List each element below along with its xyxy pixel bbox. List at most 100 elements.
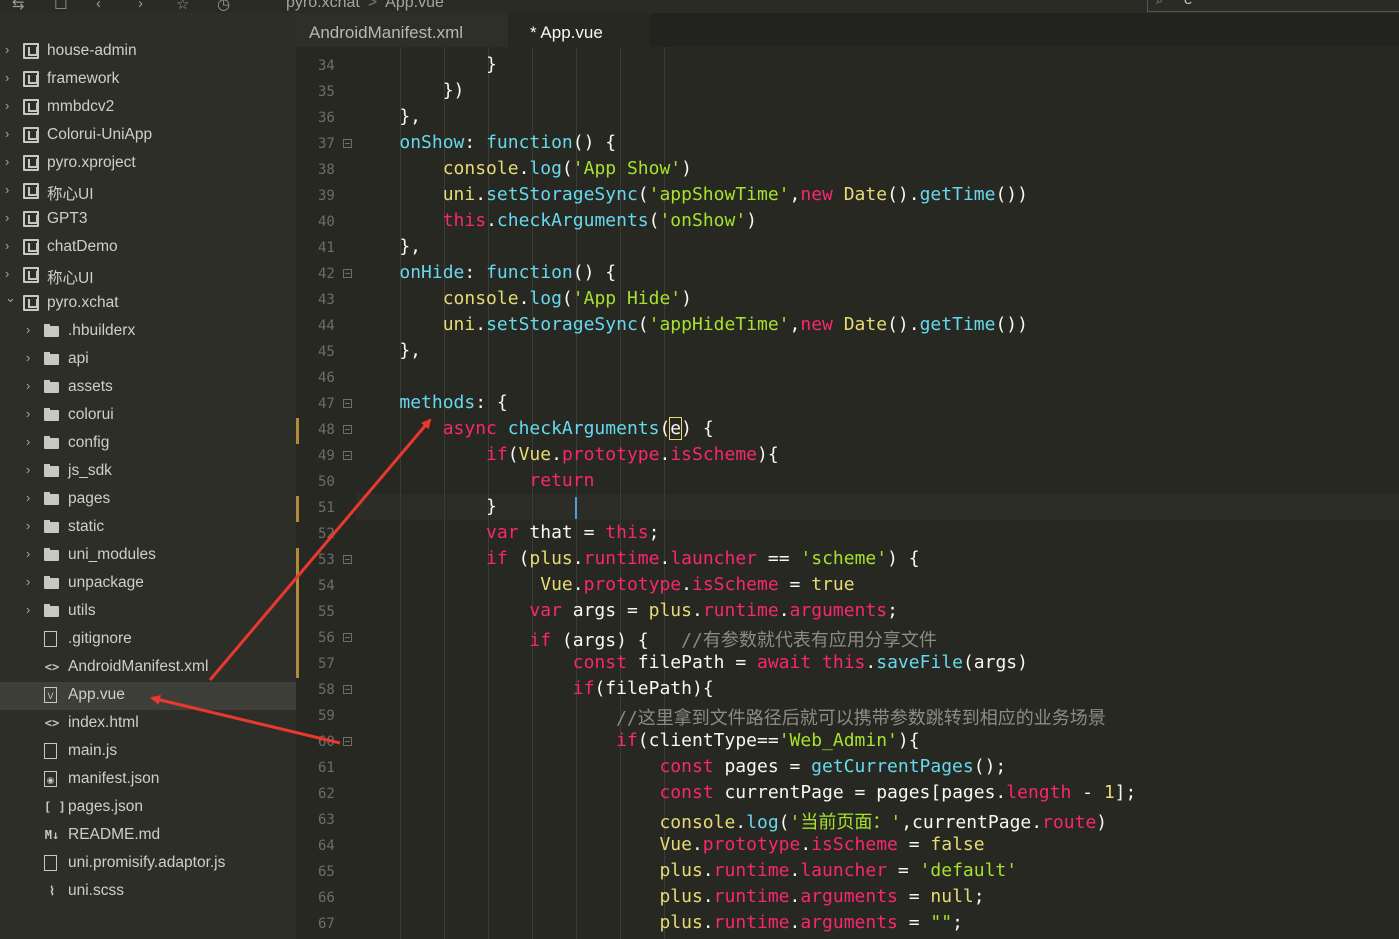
tree-item[interactable]: <> index.html [0,710,296,738]
chevron-right-icon[interactable]: › [5,126,17,141]
tree-item[interactable]: › 称心UI [0,178,296,206]
code-line[interactable]: if(Vue.prototype.isScheme){ [356,444,779,465]
tree-item[interactable]: › pyro.xproject [0,150,296,178]
fold-toggle-icon[interactable] [343,737,352,746]
tree-item[interactable]: › assets [0,374,296,402]
tree-item[interactable]: › framework [0,66,296,94]
chevron-right-icon[interactable]: › [26,322,38,337]
chevron-right-icon[interactable]: › [26,434,38,449]
fold-toggle-icon[interactable] [343,139,352,148]
chevron-right-icon[interactable]: › [5,42,17,57]
chevron-right-icon[interactable]: › [26,406,38,421]
code-line[interactable]: console.log('当前页面：',currentPage.route) [356,808,1107,834]
code-line[interactable]: const currentPage = pages[pages.length -… [356,782,1136,803]
code-line[interactable]: plus.runtime.arguments = null; [356,886,984,907]
search-box[interactable]: ⌕ e [1147,0,1399,12]
tree-item[interactable]: › .hbuilderx [0,318,296,346]
tree-item[interactable]: › utils [0,598,296,626]
code-line[interactable]: const pages = getCurrentPages(); [356,756,1006,777]
code-line[interactable]: //这里拿到文件路径后就可以携带参数跳转到相应的业务场景 [356,704,1106,730]
tree-item[interactable]: › chatDemo [0,234,296,262]
fold-toggle-icon[interactable] [343,633,352,642]
code-line[interactable]: this.checkArguments('onShow') [356,210,757,231]
code-line[interactable]: async checkArguments(e) { [356,417,714,440]
chevron-right-icon[interactable]: › [26,546,38,561]
forward-icon[interactable]: › [138,0,143,12]
tree-item[interactable]: › js_sdk [0,458,296,486]
chevron-right-icon[interactable]: › [5,210,17,225]
code-line[interactable]: }, [356,340,421,361]
save-icon[interactable]: ☐ [54,0,67,13]
sync-icon[interactable]: ⇆ [12,0,25,13]
tree-item[interactable]: › Colorui-UniApp [0,122,296,150]
tree-item[interactable]: ⌄ pyro.xchat [0,290,296,318]
back-icon[interactable]: ‹ [96,0,101,12]
tree-item[interactable]: › static [0,514,296,542]
code-line[interactable]: plus.runtime.launcher = 'default' [356,860,1017,881]
code-line[interactable]: plus.runtime.arguments = ""; [356,912,963,933]
tab-android-manifest[interactable]: AndroidManifest.xml [296,13,508,47]
code-line[interactable]: onHide: function() { [356,262,616,283]
fold-toggle-icon[interactable] [343,685,352,694]
chevron-right-icon[interactable]: › [5,70,17,85]
fold-toggle-icon[interactable] [343,555,352,564]
code-editor[interactable]: 34 35 36 37 38 39 40 41 42 43 44 45 46 47 48 49 50 51 52 53… [296,47,1399,939]
tree-item[interactable]: main.js [0,738,296,766]
chevron-right-icon[interactable]: › [26,518,38,533]
chevron-right-icon[interactable]: › [26,462,38,477]
tree-item[interactable]: › uni_modules [0,542,296,570]
tree-item[interactable]: › api [0,346,296,374]
code-line[interactable]: Vue.prototype.isScheme = true [356,574,854,595]
tree-item[interactable]: uni.promisify.adaptor.js [0,850,296,878]
code-line[interactable]: onShow: function() { [356,132,616,153]
code-line[interactable]: methods: { [356,392,507,413]
code-line[interactable]: return [356,470,594,491]
tree-item[interactable]: ⌇ uni.scss [0,878,296,906]
chevron-right-icon[interactable]: › [26,574,38,589]
chevron-down-icon[interactable]: ⌄ [5,290,17,306]
chevron-right-icon[interactable]: › [26,490,38,505]
tree-item[interactable]: › unpackage [0,570,296,598]
code-line[interactable]: console.log('App Show') [356,158,692,179]
fold-toggle-icon[interactable] [343,451,352,460]
tree-item[interactable]: › house-admin [0,38,296,66]
chevron-right-icon[interactable]: › [26,378,38,393]
code-line[interactable]: if (plus.runtime.launcher == 'scheme') { [356,548,920,569]
code-line[interactable]: if (args) { //有参数就代表有应用分享文件 [356,626,936,652]
code-line[interactable]: } [356,54,497,75]
tree-item[interactable]: V App.vue [0,682,296,710]
breadcrumb-file[interactable]: App.vue [385,0,444,11]
code-line[interactable]: if(filePath){ [356,678,714,699]
tree-item[interactable]: › mmbdcv2 [0,94,296,122]
tree-item[interactable]: <> AndroidManifest.xml [0,654,296,682]
fold-toggle-icon[interactable] [343,269,352,278]
code-line[interactable]: Vue.prototype.isScheme = false [356,834,984,855]
chevron-right-icon[interactable]: › [5,266,17,281]
code-line[interactable]: var args = plus.runtime.arguments; [356,600,898,621]
code-line[interactable]: } [356,496,497,517]
code-line[interactable]: }, [356,106,421,127]
tree-item[interactable]: › colorui [0,402,296,430]
run-icon[interactable]: ◷ [217,0,230,13]
chevron-right-icon[interactable]: › [5,98,17,113]
search-input[interactable]: e [1184,0,1192,8]
code-line[interactable]: if(clientType=='Web_Admin'){ [356,730,920,751]
tree-item[interactable]: › config [0,430,296,458]
chevron-right-icon[interactable]: › [5,182,17,197]
chevron-right-icon[interactable]: › [26,602,38,617]
code-line[interactable]: console.log('App Hide') [356,288,692,309]
chevron-right-icon[interactable]: › [26,350,38,365]
tree-item[interactable]: ◉ manifest.json [0,766,296,794]
chevron-right-icon[interactable]: › [5,238,17,253]
code-line[interactable]: uni.setStorageSync('appShowTime',new Dat… [356,184,1028,205]
tree-item[interactable]: [ ] pages.json [0,794,296,822]
star-icon[interactable]: ☆ [176,0,189,13]
code-line[interactable]: var that = this; [356,522,659,543]
tree-item[interactable]: › GPT3 [0,206,296,234]
tab-app-vue[interactable]: * App.vue [508,13,650,47]
tree-item[interactable]: › 称心UI [0,262,296,290]
fold-toggle-icon[interactable] [343,399,352,408]
breadcrumb-project[interactable]: pyro.xchat [286,0,360,11]
code-line[interactable]: const filePath = await this.saveFile(arg… [356,652,1028,673]
code-line[interactable]: }, [356,236,421,257]
